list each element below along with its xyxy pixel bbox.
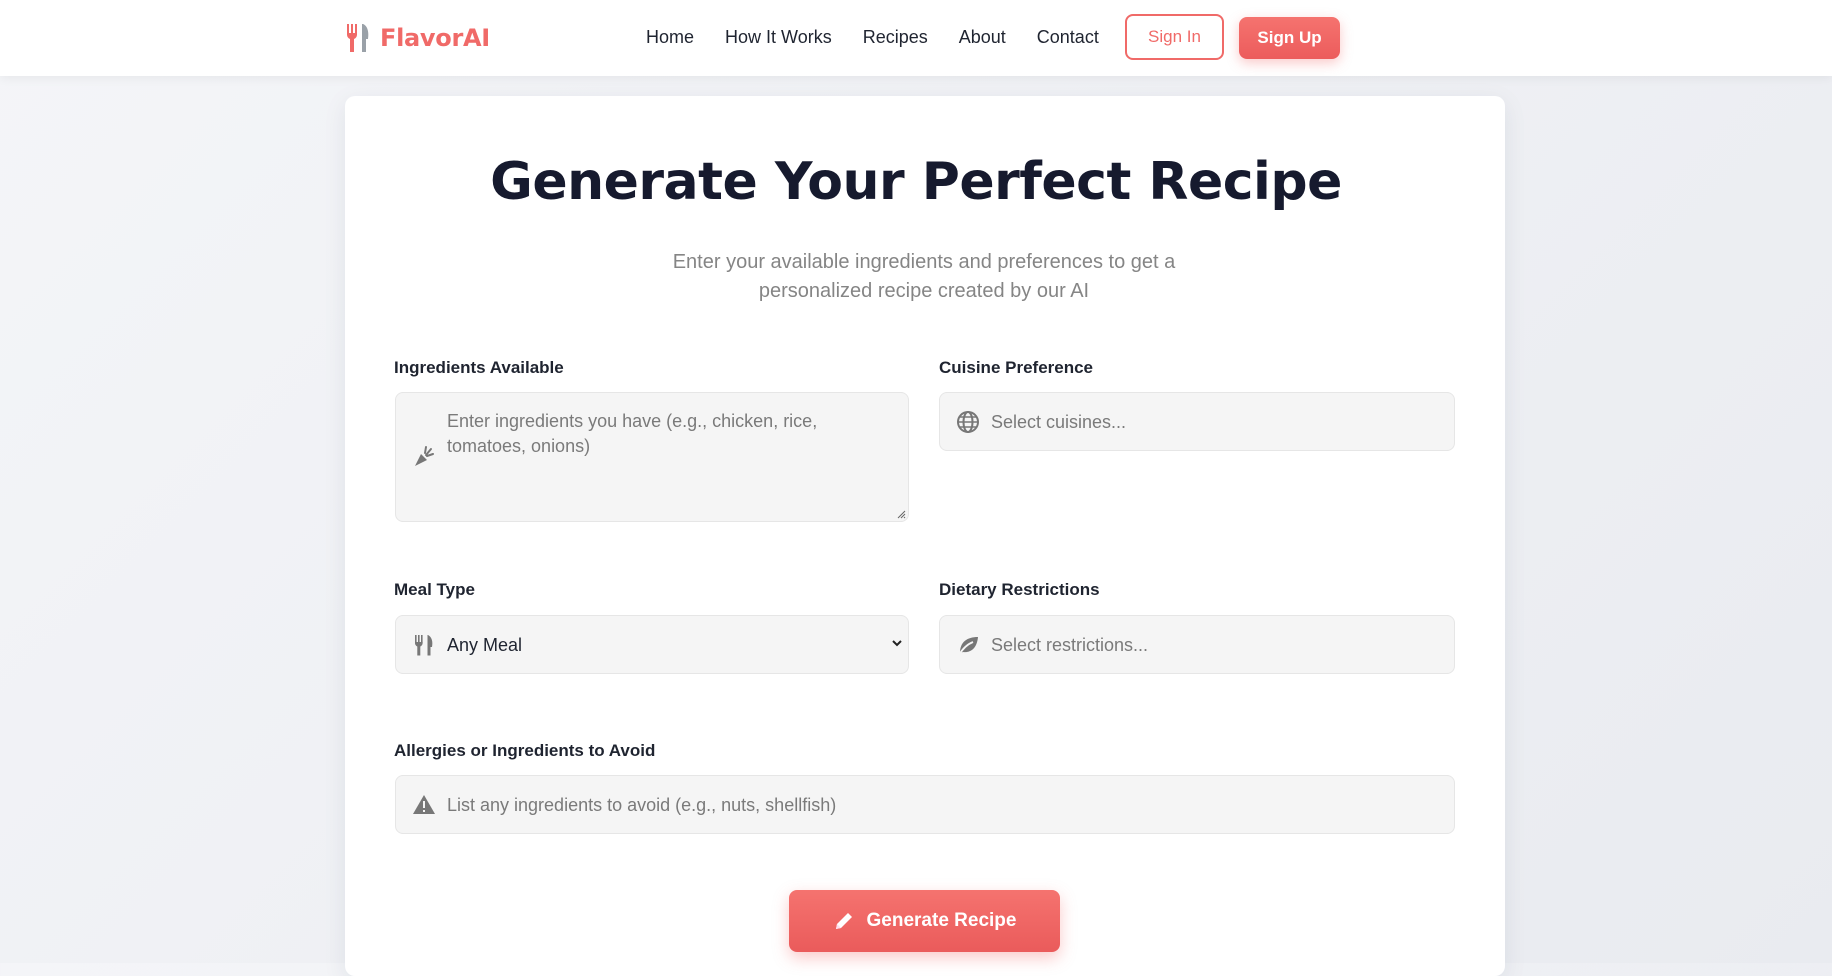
resize-handle-icon[interactable] [896, 509, 906, 519]
nav-link-how-it-works[interactable]: How It Works [725, 27, 832, 48]
allergies-input[interactable]: List any ingredients to avoid (e.g., nut… [395, 775, 1455, 834]
leaf-icon [958, 637, 978, 656]
dietary-label: Dietary Restrictions [939, 580, 1100, 599]
carrot-icon [415, 446, 434, 466]
nav-link-about[interactable]: About [959, 27, 1006, 48]
utensils-icon [415, 635, 433, 656]
recipe-form-card [345, 96, 1505, 976]
generate-recipe-label: Generate Recipe [866, 910, 1017, 931]
ingredients-placeholder: Enter ingredients you have (e.g., chicke… [447, 411, 818, 456]
dietary-placeholder: Select restrictions... [991, 635, 1149, 655]
ingredients-label: Ingredients Available [394, 358, 564, 377]
warning-icon [413, 795, 435, 814]
allergies-label: Allergies or Ingredients to Avoid [394, 741, 656, 760]
brand-logo[interactable]: FlavorAI [344, 20, 490, 56]
pencil-icon [835, 913, 852, 929]
meal-type-select[interactable]: Any Meal [395, 615, 909, 674]
top-navbar: FlavorAI Home How It Works Recipes About… [0, 0, 1832, 76]
cuisine-placeholder: Select cuisines... [991, 412, 1127, 432]
utensils-icon [347, 24, 369, 52]
sign-up-button[interactable]: Sign Up [1239, 17, 1340, 59]
brand-name: FlavorAI [380, 24, 490, 52]
globe-icon [957, 411, 979, 433]
cuisine-select[interactable]: Select cuisines... [939, 392, 1455, 451]
nav-link-contact[interactable]: Contact [1037, 27, 1099, 48]
ingredients-textarea[interactable]: Enter ingredients you have (e.g., chicke… [395, 392, 909, 522]
nav-links: Home How It Works Recipes About Contact [646, 27, 1099, 48]
sign-in-button[interactable]: Sign In [1125, 14, 1224, 60]
dietary-select[interactable]: Select restrictions... [939, 615, 1455, 674]
page-title: Generate Your Perfect Recipe [490, 152, 1342, 212]
meal-type-value: Any Meal [447, 635, 523, 655]
chevron-down-icon[interactable] [890, 638, 904, 648]
page-subtitle: Enter your available ingredients and pre… [672, 251, 1176, 302]
meal-type-label: Meal Type [394, 580, 475, 599]
generate-recipe-button[interactable]: Generate Recipe [789, 890, 1060, 952]
nav-link-home[interactable]: Home [646, 27, 694, 48]
nav-link-recipes[interactable]: Recipes [863, 27, 928, 48]
allergies-placeholder: List any ingredients to avoid (e.g., nut… [447, 795, 837, 815]
cuisine-label: Cuisine Preference [939, 358, 1094, 377]
